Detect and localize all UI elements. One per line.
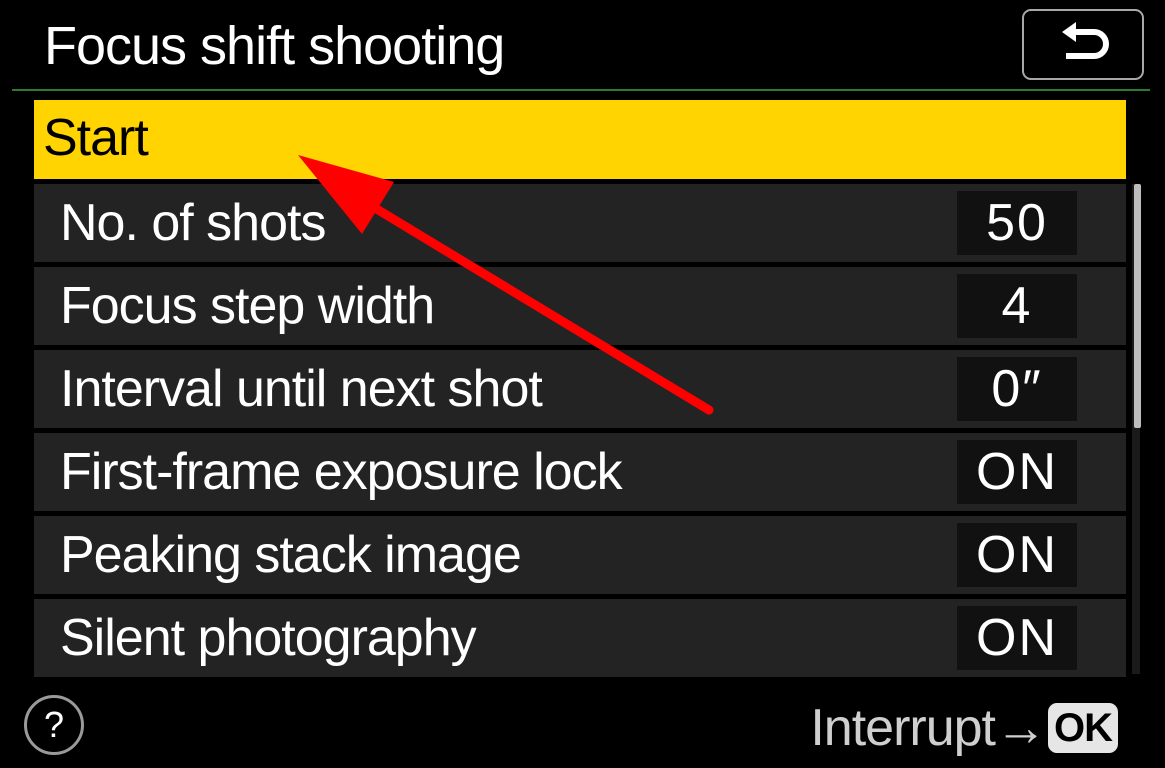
menu-item-label: Interval until next shot [60,360,543,418]
return-arrow-icon [1062,22,1109,59]
back-button[interactable] [1022,9,1144,80]
menu-item-label: Focus step width [60,277,435,335]
setting-value-box: ON [957,523,1077,587]
ok-label: OK [1054,706,1113,750]
menu-item-label: Silent photography [60,609,477,667]
help-icon: ? [43,704,65,745]
page-title: Focus shift shooting [44,16,505,76]
setting-value-box: ON [957,440,1077,504]
menu-item-first-frame-exposure-lock[interactable]: First-frame exposure lock ON [34,433,1126,511]
menu-item-peaking-stack-image[interactable]: Peaking stack image ON [34,516,1126,594]
setting-value: 4 [1001,277,1033,335]
menu-item-focus-step-width[interactable]: Focus step width 4 [34,267,1126,345]
menu-item-label: No. of shots [60,194,326,252]
setting-value: 0″ [991,360,1043,418]
help-button[interactable]: ? [24,695,84,755]
menu-item-interval-until-next-shot[interactable]: Interval until next shot 0″ [34,350,1126,428]
setting-value-box: 4 [957,274,1077,338]
menu-item-label: Start [43,109,149,167]
setting-value: 50 [986,194,1048,252]
scrollbar-thumb[interactable] [1134,184,1141,428]
setting-value: ON [976,526,1058,584]
setting-value-box: ON [957,606,1077,670]
menu-item-no-of-shots[interactable]: No. of shots 50 [34,184,1126,262]
setting-value-box: 0″ [957,357,1077,421]
ok-button-icon: OK [1048,703,1118,753]
interrupt-hint-text: Interrupt→ [810,699,1047,757]
setting-value: ON [976,609,1058,667]
title-divider [12,89,1150,91]
menu-item-start[interactable]: Start [34,100,1126,179]
menu-item-label: First-frame exposure lock [60,443,623,501]
menu-item-label: Peaking stack image [60,526,522,584]
menu-item-silent-photography[interactable]: Silent photography ON [34,599,1126,677]
setting-value: ON [976,443,1058,501]
interrupt-hint: Interrupt→ OK [810,697,1118,759]
setting-value-box: 50 [957,191,1077,255]
